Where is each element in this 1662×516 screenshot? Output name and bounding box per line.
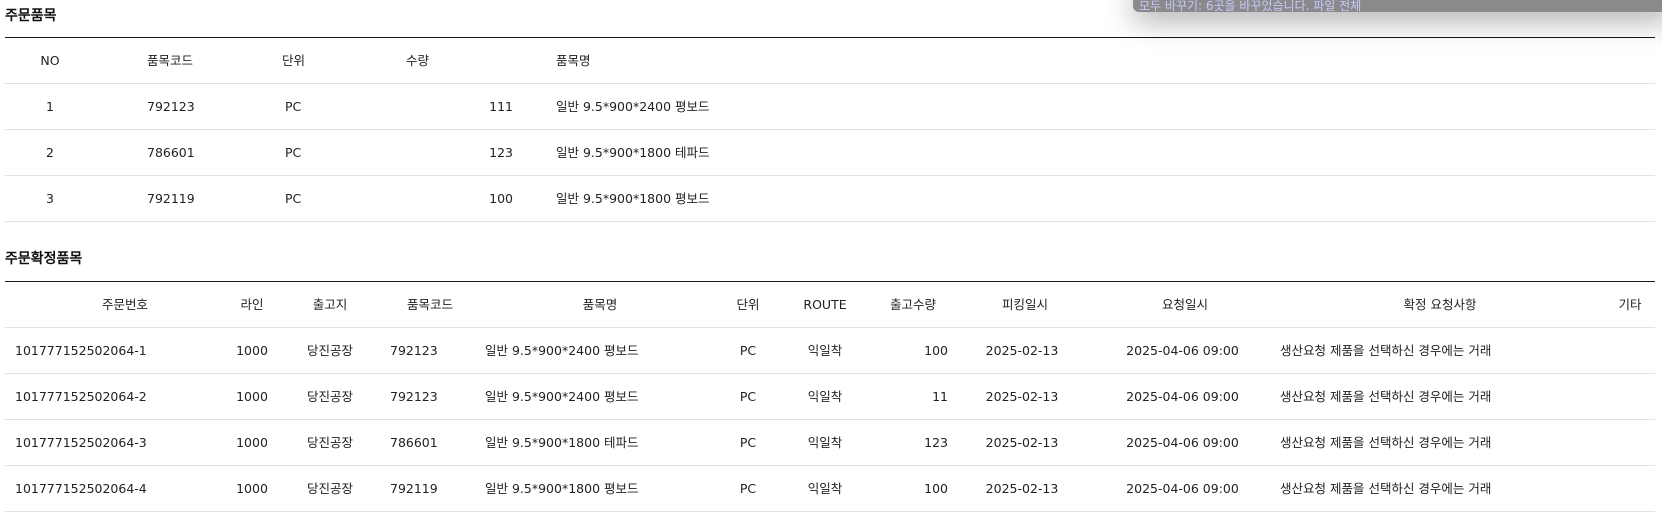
row-confirm-note: 생산요청 제품을 선택하신 경우에는 거래 — [1280, 435, 1492, 450]
header-unit: 단위 — [282, 53, 306, 68]
table-row[interactable]: 2 786601 PC 123 일반 9.5*900*1800 테파드 — [5, 130, 1655, 176]
header-order-number: 주문번호 — [101, 297, 148, 312]
row-no: 3 — [46, 191, 54, 206]
row-route: 익일착 — [807, 343, 843, 358]
row-item-code: 786601 — [147, 145, 195, 160]
row-quantity: 100 — [489, 191, 513, 206]
row-warehouse: 당진공장 — [306, 343, 353, 358]
header-picking-date: 피킹일시 — [1001, 297, 1048, 312]
confirmed-items-table: 주문번호 라인 출고지 품목코드 품목명 단위 ROUTE 출고수량 피킹일시 … — [5, 281, 1655, 512]
row-warehouse: 당진공장 — [306, 389, 353, 404]
row-ship-quantity: 123 — [924, 435, 948, 450]
row-item-code: 792123 — [390, 389, 438, 404]
table-row[interactable]: 101777152502064-4 1000 당진공장 792119 일반 9.… — [5, 466, 1655, 512]
row-item-code: 786601 — [390, 435, 438, 450]
row-confirm-note: 생산요청 제품을 선택하신 경우에는 거래 — [1280, 343, 1492, 358]
row-ship-quantity: 11 — [932, 389, 948, 404]
header-line: 라인 — [240, 297, 264, 312]
header-quantity: 수량 — [406, 53, 430, 68]
row-item-name: 일반 9.5*900*2400 평보드 — [485, 389, 639, 404]
row-item-code: 792123 — [390, 343, 438, 358]
table-row[interactable]: 101777152502064-3 1000 당진공장 786601 일반 9.… — [5, 420, 1655, 466]
row-item-code: 792123 — [147, 99, 195, 114]
order-items-title: 주문품목 — [5, 8, 57, 24]
row-no: 2 — [46, 145, 54, 160]
row-item-name: 일반 9.5*900*1800 테파드 — [485, 435, 639, 450]
row-request-date: 2025-04-06 09:00 — [1126, 481, 1239, 496]
replace-all-toast[interactable]: 모두 바꾸기: 6곳을 바꾸었습니다. 파일 전체 — [1133, 0, 1662, 12]
row-line: 1000 — [236, 481, 268, 496]
row-unit: PC — [739, 389, 757, 404]
row-etc — [1610, 374, 1650, 419]
row-unit: PC — [739, 435, 757, 450]
row-line: 1000 — [236, 435, 268, 450]
header-item-name: 품목명 — [582, 297, 618, 312]
table-row[interactable]: 101777152502064-1 1000 당진공장 792123 일반 9.… — [5, 328, 1655, 374]
header-item-code: 품목코드 — [147, 53, 194, 68]
header-warehouse: 출고지 — [312, 297, 348, 312]
row-ship-quantity: 100 — [924, 343, 948, 358]
row-line: 1000 — [236, 343, 268, 358]
row-warehouse: 당진공장 — [306, 435, 353, 450]
row-order-number: 101777152502064-1 — [15, 343, 147, 358]
row-unit: PC — [739, 481, 757, 496]
table-row[interactable]: 101777152502064-2 1000 당진공장 792123 일반 9.… — [5, 374, 1655, 420]
header-request-date: 요청일시 — [1161, 297, 1208, 312]
row-unit: PC — [739, 343, 757, 358]
row-route: 익일착 — [807, 481, 843, 496]
header-no: NO — [40, 53, 60, 68]
row-route: 익일착 — [807, 435, 843, 450]
row-item-name: 일반 9.5*900*1800 평보드 — [485, 481, 639, 496]
row-no: 1 — [46, 99, 54, 114]
row-item-name: 일반 9.5*900*2400 평보드 — [556, 99, 710, 114]
row-request-date: 2025-04-06 09:00 — [1126, 343, 1239, 358]
header-etc: 기타 — [1618, 297, 1642, 312]
table-row[interactable]: 1 792123 PC 111 일반 9.5*900*2400 평보드 — [5, 84, 1655, 130]
row-item-code: 792119 — [147, 191, 195, 206]
row-picking-date: 2025-02-13 — [985, 481, 1059, 496]
toast-message: 모두 바꾸기: 6곳을 바꾸었습니다. 파일 전체 — [1139, 0, 1362, 12]
row-order-number: 101777152502064-3 — [15, 435, 147, 450]
row-line: 1000 — [236, 389, 268, 404]
row-order-number: 101777152502064-4 — [15, 481, 147, 496]
row-unit: PC — [285, 99, 302, 114]
row-quantity: 123 — [489, 145, 513, 160]
header-item-code: 품목코드 — [406, 297, 453, 312]
row-confirm-note: 생산요청 제품을 선택하신 경우에는 거래 — [1280, 481, 1492, 496]
row-picking-date: 2025-02-13 — [985, 343, 1059, 358]
row-picking-date: 2025-02-13 — [985, 389, 1059, 404]
row-request-date: 2025-04-06 09:00 — [1126, 435, 1239, 450]
header-ship-quantity: 출고수량 — [889, 297, 936, 312]
order-items-header-row: NO 품목코드 단위 수량 품목명 — [5, 38, 1655, 84]
row-item-name: 일반 9.5*900*2400 평보드 — [485, 343, 639, 358]
header-confirm-note: 확정 요청사항 — [1403, 297, 1477, 312]
row-item-code: 792119 — [390, 481, 438, 496]
row-unit: PC — [285, 191, 302, 206]
row-item-name: 일반 9.5*900*1800 테파드 — [556, 145, 710, 160]
confirmed-items-header-row: 주문번호 라인 출고지 품목코드 품목명 단위 ROUTE 출고수량 피킹일시 … — [5, 282, 1655, 328]
row-etc — [1610, 420, 1650, 465]
row-quantity: 111 — [489, 99, 513, 114]
row-etc — [1610, 466, 1650, 511]
row-order-number: 101777152502064-2 — [15, 389, 147, 404]
row-item-name: 일반 9.5*900*1800 평보드 — [556, 191, 710, 206]
header-route: ROUTE — [803, 297, 847, 312]
header-item-name: 품목명 — [556, 53, 591, 68]
row-ship-quantity: 100 — [924, 481, 948, 496]
row-etc — [1610, 328, 1650, 373]
row-picking-date: 2025-02-13 — [985, 435, 1059, 450]
row-request-date: 2025-04-06 09:00 — [1126, 389, 1239, 404]
row-unit: PC — [285, 145, 302, 160]
table-row[interactable]: 3 792119 PC 100 일반 9.5*900*1800 평보드 — [5, 176, 1655, 222]
header-unit: 단위 — [736, 297, 760, 312]
confirmed-items-title: 주문확정품목 — [5, 251, 83, 267]
row-route: 익일착 — [807, 389, 843, 404]
order-items-table: NO 품목코드 단위 수량 품목명 1 792123 PC 111 일반 9.5… — [5, 37, 1655, 222]
row-warehouse: 당진공장 — [306, 481, 353, 496]
row-confirm-note: 생산요청 제품을 선택하신 경우에는 거래 — [1280, 389, 1492, 404]
